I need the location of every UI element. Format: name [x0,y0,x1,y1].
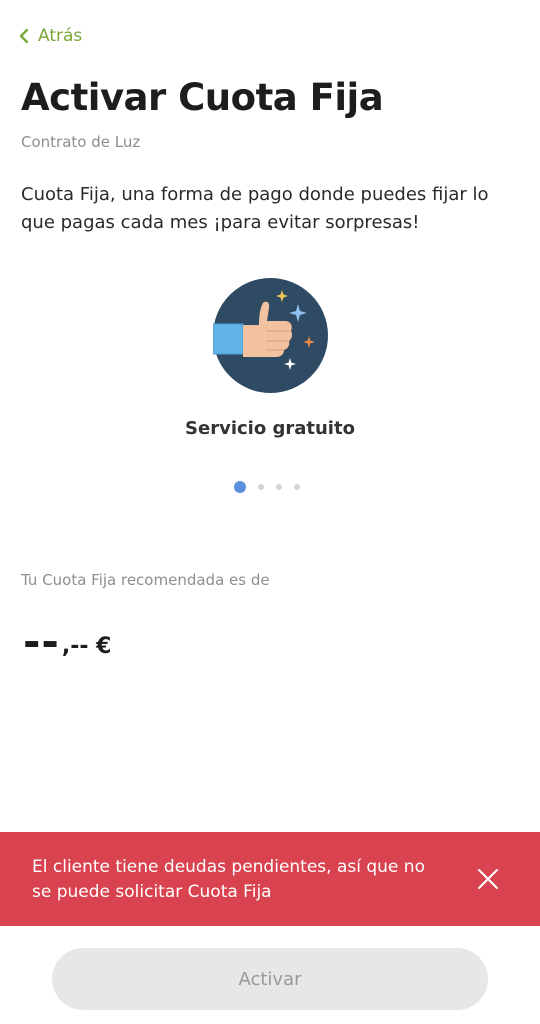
carousel-dot-1[interactable] [234,481,246,493]
carousel-slide-label: Servicio gratuito [185,418,355,439]
activate-button[interactable]: Activar [52,948,488,1010]
thumbs-up-icon [213,278,328,393]
page-subtitle: Contrato de Luz [21,133,141,151]
error-banner: El cliente tiene deudas pendientes, así … [0,832,540,926]
error-banner-message: El cliente tiene deudas pendientes, así … [32,857,425,902]
back-link-label: Atrás [38,26,83,46]
close-icon[interactable] [476,867,500,891]
amount-decimal: ,-- € [61,634,112,659]
carousel-dot-2[interactable] [258,484,264,490]
carousel-dot-3[interactable] [276,484,282,490]
carousel-dots[interactable] [234,481,300,493]
recommended-fee-amount: -- ,-- € [23,617,112,666]
carousel-dot-4[interactable] [294,484,300,490]
back-link[interactable]: Atrás [18,26,82,46]
chevron-left-icon [19,28,29,44]
page-title: Activar Cuota Fija [21,76,384,119]
amount-integer: -- [23,617,60,666]
page-description: Cuota Fija, una forma de pago donde pued… [21,184,489,233]
recommended-fee-label: Tu Cuota Fija recomendada es de [21,571,270,589]
